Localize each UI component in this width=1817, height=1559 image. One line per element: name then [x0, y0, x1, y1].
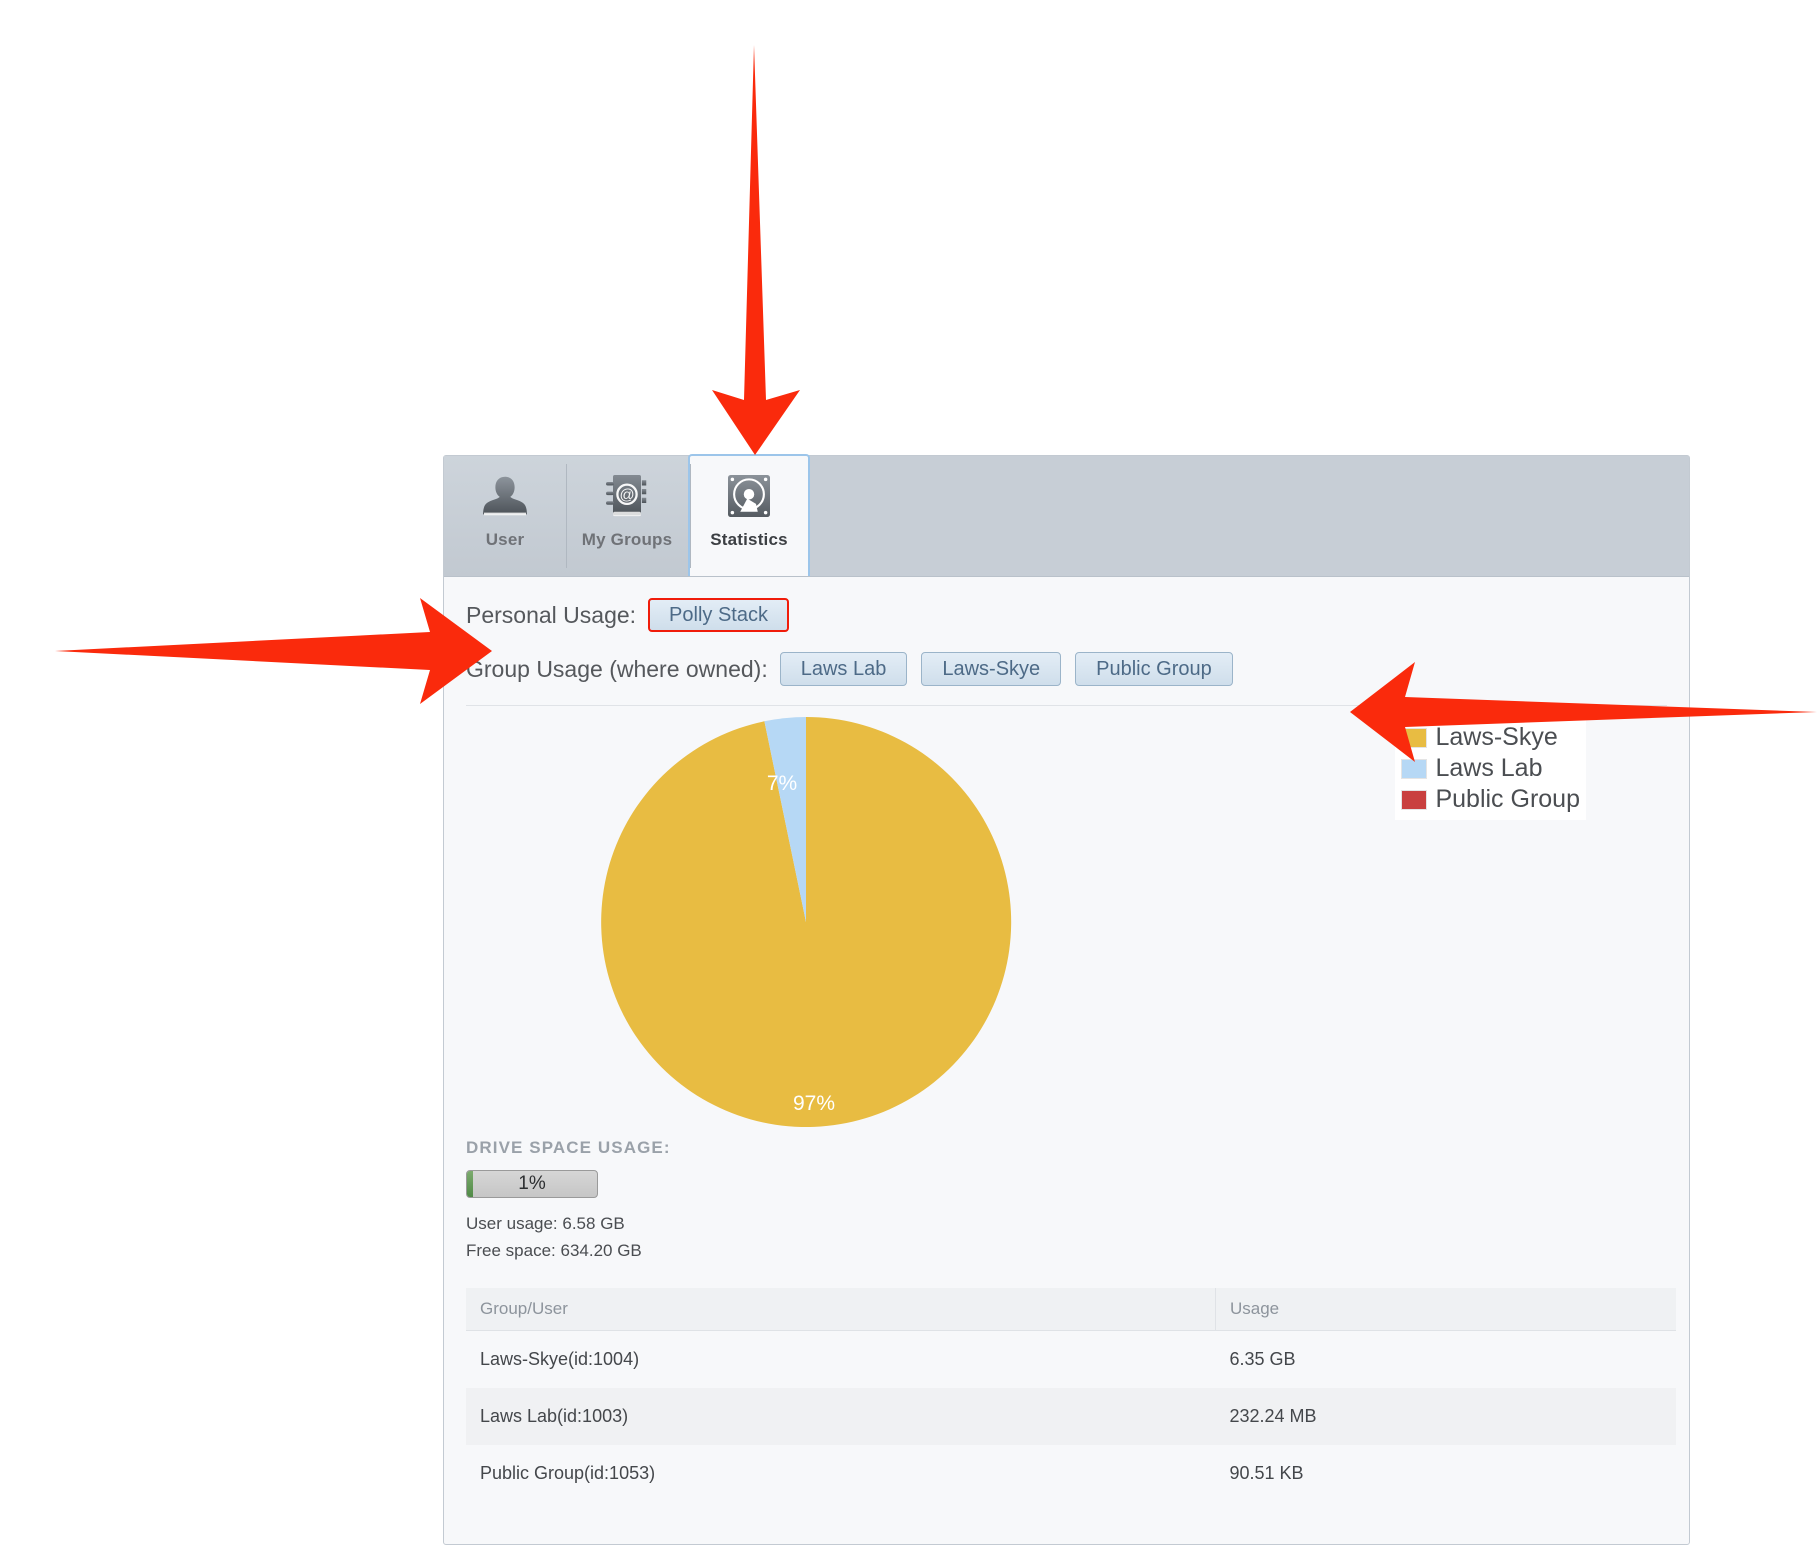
table-row[interactable]: Laws Lab(id:1003) 232.24 MB	[466, 1388, 1676, 1445]
group-button-public-group[interactable]: Public Group	[1075, 652, 1233, 686]
free-space-text: Free space: 634.20 GB	[466, 1241, 642, 1260]
group-button-laws-lab[interactable]: Laws Lab	[779, 652, 908, 686]
tab-statistics-label: Statistics	[710, 530, 788, 549]
group-usage-row: Group Usage (where owned): Laws Lab Laws…	[444, 643, 1689, 695]
group-button-laws-skye[interactable]: Laws-Skye	[921, 652, 1062, 686]
legend-swatch-laws-skye	[1401, 727, 1428, 748]
personal-usage-label: Personal Usage:	[466, 601, 637, 628]
pie-slice-laws-skye[interactable]	[601, 716, 1012, 1127]
table-header-usage[interactable]: Usage	[1215, 1288, 1676, 1331]
arrow-to-statistics-tab-icon	[712, 45, 800, 455]
drive-space-progress-bar: 1%	[466, 1170, 598, 1198]
table-cell-group-user: Public Group(id:1053)	[480, 1463, 656, 1483]
legend-label-laws-skye: Laws-Skye	[1435, 723, 1558, 751]
table-row[interactable]: Laws-Skye(id:1004) 6.35 GB	[466, 1331, 1676, 1389]
address-book-icon: @	[606, 475, 647, 517]
legend-item-laws-skye[interactable]: Laws-Skye	[1401, 722, 1580, 753]
drive-space-progress-label: 1%	[518, 1173, 546, 1194]
personal-usage-row: Personal Usage: Polly Stack	[444, 589, 1689, 641]
table-cell-usage: 232.24 MB	[1215, 1388, 1676, 1445]
group-usage-table: Group/User Usage Laws-Skye(id:1004) 6.35…	[466, 1288, 1676, 1502]
pie-label-laws-lab: 7%	[767, 772, 797, 795]
table-cell-group-user: Laws-Skye(id:1004)	[480, 1349, 640, 1369]
hard-drive-icon	[728, 475, 770, 517]
group-usage-pie-chart: 7% 97%	[601, 716, 1012, 1127]
user-icon	[483, 476, 527, 516]
personal-usage-button[interactable]: Polly Stack	[648, 598, 789, 632]
legend-swatch-public-group	[1401, 789, 1428, 810]
table-row[interactable]: Public Group(id:1053) 90.51 KB	[466, 1445, 1676, 1502]
table-header-row: Group/User Usage	[466, 1288, 1676, 1331]
table-cell-usage: 90.51 KB	[1229, 1463, 1304, 1483]
tab-my-groups-label: My Groups	[581, 530, 673, 549]
tab-user-label: User	[485, 530, 525, 549]
legend-label-laws-lab: Laws Lab	[1435, 754, 1543, 782]
table-cell-group-user: Laws Lab(id:1003)	[466, 1388, 1216, 1445]
pie-label-laws-skye: 97%	[793, 1092, 835, 1115]
drive-space-section: DRIVE SPACE USAGE: 1% User usage: 6.58 G…	[466, 1138, 886, 1261]
table-cell-usage: 6.35 GB	[1229, 1349, 1296, 1369]
tab-my-groups[interactable]: @ My Groups	[566, 456, 688, 576]
tab-bar: User @ My Groups Statistics	[444, 454, 1689, 577]
chart-legend: Laws-Skye Laws Lab Public Group	[1395, 718, 1586, 820]
legend-item-laws-lab[interactable]: Laws Lab	[1401, 753, 1580, 784]
legend-swatch-laws-lab	[1401, 758, 1428, 779]
chart-area: 7% 97% Laws-Skye Laws Lab Public Group D…	[444, 706, 1689, 1483]
table-header-group-user[interactable]: Group/User	[466, 1288, 1216, 1331]
legend-label-public-group: Public Group	[1435, 785, 1580, 813]
svg-text:@: @	[619, 488, 634, 504]
panel-body: Personal Usage: Polly Stack Group Usage …	[444, 589, 1689, 1483]
drive-space-title: DRIVE SPACE USAGE:	[466, 1138, 671, 1157]
user-usage-text: User usage: 6.58 GB	[466, 1214, 625, 1233]
tab-user[interactable]: User	[444, 456, 566, 576]
group-usage-label: Group Usage (where owned):	[466, 655, 768, 682]
arrow-to-personal-usage-icon	[55, 598, 492, 704]
legend-item-public-group[interactable]: Public Group	[1401, 784, 1580, 815]
tab-statistics[interactable]: Statistics	[688, 454, 810, 576]
statistics-panel: User @ My Groups Statistics Personal Usa…	[443, 454, 1690, 1545]
